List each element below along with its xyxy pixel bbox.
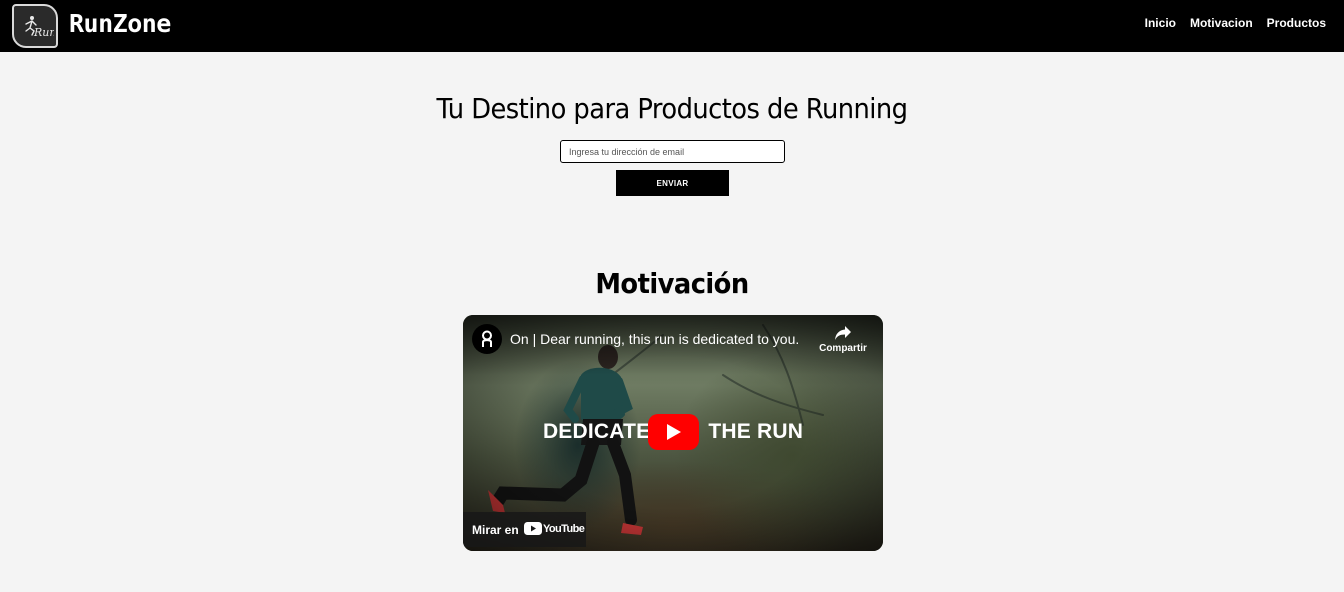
on-logo-icon (482, 330, 492, 347)
play-icon (667, 424, 681, 440)
watch-on-label: Mirar en (472, 523, 519, 537)
video-player[interactable]: On | Dear running, this run is dedicated… (463, 315, 883, 551)
runner-logo-icon: Run (25, 16, 54, 39)
nav-link-inicio[interactable]: Inicio (1145, 16, 1176, 30)
nav-link-productos[interactable]: Productos (1267, 16, 1326, 30)
brand-name[interactable]: RunZone (69, 8, 171, 40)
video-title[interactable]: On | Dear running, this run is dedicated… (510, 331, 799, 347)
youtube-wordmark: YouTube (543, 523, 585, 535)
channel-avatar[interactable] (472, 324, 502, 354)
play-button[interactable] (648, 414, 699, 450)
overlay-text-left: DEDICATE (542, 420, 651, 443)
submit-button[interactable]: ENVIAR (616, 170, 729, 196)
youtube-logo-icon (524, 522, 542, 535)
share-label: Compartir (819, 343, 867, 354)
watch-on-youtube-button[interactable]: Mirar en YouTube (463, 512, 586, 547)
top-navbar: Run RunZone Inicio Motivacion Productos (0, 0, 1344, 52)
nav-link-motivacion[interactable]: Motivacion (1190, 16, 1253, 30)
email-input[interactable] (560, 140, 785, 163)
svg-text:Run: Run (33, 26, 54, 39)
logo-badge[interactable]: Run (12, 4, 58, 48)
main-nav: Inicio Motivacion Productos (1145, 16, 1326, 30)
overlay-text-right: THE RUN (708, 420, 804, 443)
motivation-title: Motivación (595, 267, 749, 300)
share-button[interactable]: Compartir (815, 325, 871, 354)
share-icon (835, 326, 851, 340)
hero-title: Tu Destino para Productos de Running (436, 92, 908, 125)
